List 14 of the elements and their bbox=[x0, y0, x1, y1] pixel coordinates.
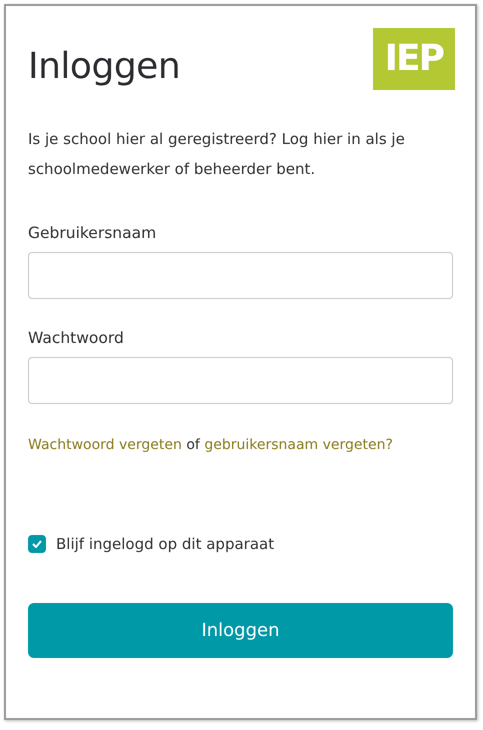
field-label: Gebruikersnaam bbox=[28, 224, 158, 242]
link[interactable]: Wachtwoord vergeten bbox=[28, 437, 182, 453]
checkbox[interactable] bbox=[28, 535, 46, 553]
help-text: Wachtwoord vergeten of gebruikersnaam vergeten? bbox=[28, 437, 394, 453]
input-field[interactable] bbox=[28, 357, 453, 404]
input-field[interactable] bbox=[28, 252, 453, 299]
checkbox-label: Blijf ingelogd op dit apparaat bbox=[56, 535, 274, 553]
link[interactable]: gebruikersnaam vergeten? bbox=[204, 437, 393, 453]
logo: IEP bbox=[372, 28, 455, 90]
page-title: Inloggen bbox=[28, 46, 180, 87]
login-button[interactable]: Inloggen bbox=[28, 603, 453, 658]
checkmark-icon bbox=[32, 540, 42, 548]
intro-text: Is je school hier al geregistreerd? Log hier in als je schoolmedewerker of beheerder bent. bbox=[28, 129, 406, 180]
field-label: Wachtwoord bbox=[28, 329, 125, 347]
